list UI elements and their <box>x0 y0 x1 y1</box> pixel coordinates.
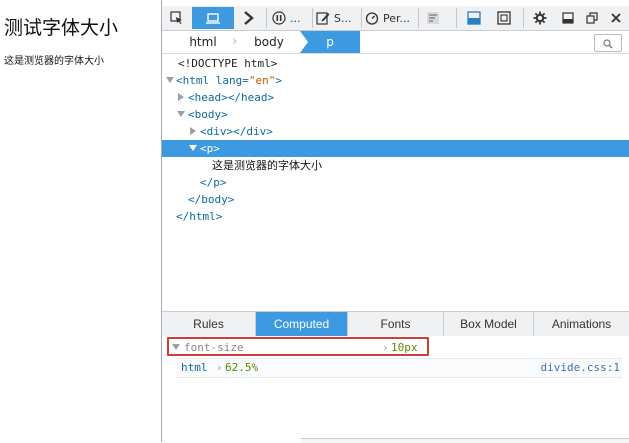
markup-line-p-selected[interactable]: <p> <box>162 140 629 157</box>
expand-twisty-icon[interactable] <box>166 77 174 83</box>
html-lang-attr: lang= <box>209 74 249 87</box>
settings-button[interactable] <box>529 7 551 29</box>
style-editor-tab[interactable]: S... <box>316 7 358 29</box>
network-tab[interactable] <box>422 7 444 29</box>
property-value: 10px <box>391 341 418 354</box>
responsive-layout-icon <box>206 12 220 24</box>
performance-label: Per... <box>383 11 411 25</box>
p-open-tag: <p> <box>200 142 220 155</box>
matched-selector: html <box>181 361 208 374</box>
markup-line-head[interactable]: <head></head> <box>162 89 629 106</box>
stylesheet-link[interactable]: divide.css:1 <box>541 360 620 376</box>
breadcrumb: html › body p <box>162 31 629 54</box>
stopwatch-icon <box>365 11 379 25</box>
matched-value: 62.5% <box>225 361 259 374</box>
div-node: <div></div> <box>200 125 273 138</box>
crumb-html[interactable]: html <box>178 31 228 53</box>
pause-icon <box>272 11 286 25</box>
head-node: <head></head> <box>188 91 275 104</box>
performance-tab[interactable]: Per... <box>365 7 415 29</box>
chevron-right-icon: › <box>216 361 223 374</box>
network-icon <box>426 11 440 25</box>
debugger-tab[interactable]: ... <box>272 7 308 29</box>
expand-twisty-icon[interactable] <box>172 344 180 350</box>
split-console-icon <box>467 11 481 25</box>
close-icon <box>611 13 621 23</box>
debugger-label: ... <box>290 11 301 25</box>
search-icon <box>603 34 613 53</box>
collapse-twisty-icon[interactable] <box>190 127 196 135</box>
expand-twisty-icon[interactable] <box>189 145 197 151</box>
doctype-node: <!DOCTYPE html> <box>178 57 278 70</box>
body-open-tag: <body> <box>188 108 228 121</box>
console-tab[interactable] <box>238 7 260 29</box>
markup-line-p-close[interactable]: </p> <box>162 174 629 191</box>
inspector-tab[interactable] <box>192 7 234 29</box>
crumb-p[interactable]: p <box>300 31 360 53</box>
frames-button[interactable] <box>493 7 515 29</box>
devtools-toolbar: ... S... Per... <box>162 6 629 31</box>
tab-animations[interactable]: Animations <box>534 312 629 336</box>
tab-rules[interactable]: Rules <box>162 312 256 336</box>
gear-icon <box>533 11 547 25</box>
console-chevron-icon <box>243 11 255 25</box>
computed-panel: font-size › 10px html › 62.5% divide.css… <box>162 336 629 442</box>
dock-button[interactable] <box>557 7 579 29</box>
markup-line-html-close[interactable]: </html> <box>162 208 629 225</box>
collapse-twisty-icon[interactable] <box>178 93 184 101</box>
devtools-panel: ... S... Per... html › body p <!DOCTYPE … <box>161 0 629 443</box>
html-close-tag: </html> <box>176 210 223 223</box>
p-close-tag: </p> <box>200 176 227 189</box>
markup-line-div[interactable]: <div></div> <box>162 123 629 140</box>
markup-tree: <!DOCTYPE html> <html lang="en"> <head><… <box>162 54 629 310</box>
horizontal-scrollbar[interactable] <box>301 438 629 443</box>
cursor-select-icon <box>170 11 184 25</box>
html-lang-value: "en" <box>248 74 276 87</box>
p-text-node: 这是测览器的字体大小 <box>212 159 322 172</box>
split-console-button[interactable] <box>463 7 485 29</box>
crumb-body[interactable]: body <box>244 31 294 53</box>
crumb-separator: › <box>232 34 238 49</box>
markup-line-text[interactable]: 这是测览器的字体大小 <box>162 157 629 174</box>
pick-element-button[interactable] <box>166 7 188 29</box>
sidebar-tabs: Rules Computed Fonts Box Model Animation… <box>162 311 629 337</box>
body-close-tag: </body> <box>188 193 235 206</box>
undock-icon <box>586 12 598 24</box>
frame-icon <box>497 11 511 25</box>
chevron-right-icon: › <box>382 341 389 354</box>
markup-line-body[interactable]: <body> <box>162 106 629 123</box>
tab-fonts[interactable]: Fonts <box>348 312 444 336</box>
undock-button[interactable] <box>581 7 603 29</box>
tab-computed[interactable]: Computed <box>256 312 348 336</box>
edit-icon <box>316 11 330 25</box>
html-open-tag: <html <box>176 74 210 87</box>
close-devtools-button[interactable] <box>605 7 627 29</box>
markup-line-html[interactable]: <html lang="en"> <box>162 72 629 89</box>
page-paragraph: 这是测览器的字体大小 <box>4 56 104 67</box>
property-name: font-size <box>184 341 244 354</box>
markup-search-button[interactable] <box>594 34 622 52</box>
matched-rule-row[interactable]: html › 62.5% divide.css:1 <box>176 358 622 378</box>
page-heading: 测试字体大小 <box>4 17 119 39</box>
markup-line-doctype[interactable]: <!DOCTYPE html> <box>162 55 629 72</box>
tab-box-model[interactable]: Box Model <box>444 312 534 336</box>
style-editor-label: S... <box>334 11 352 25</box>
html-tag-end: > <box>275 74 282 87</box>
expand-twisty-icon[interactable] <box>177 111 185 117</box>
markup-line-body-close[interactable]: </body> <box>162 191 629 208</box>
page-viewport: 测试字体大小 这是测览器的字体大小 <box>0 0 161 442</box>
computed-property-row[interactable]: font-size › 10px <box>167 337 429 356</box>
dock-bottom-icon <box>562 12 574 24</box>
